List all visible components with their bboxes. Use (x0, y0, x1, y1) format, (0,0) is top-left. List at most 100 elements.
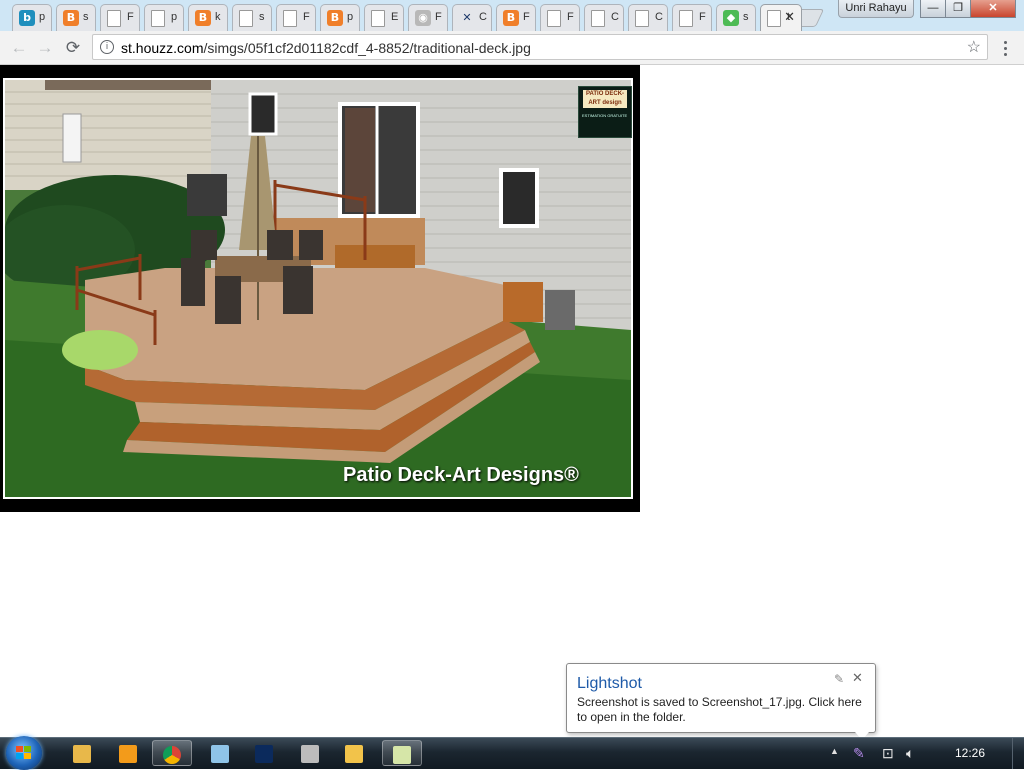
menu-dot-icon (1004, 47, 1007, 50)
tray-expand-icon[interactable]: ▲ (830, 746, 839, 756)
document-icon (547, 10, 561, 27)
settings-app-icon (301, 745, 319, 764)
reload-button[interactable]: ⟳ (62, 37, 84, 59)
restore-icon: ❐ (953, 2, 963, 14)
browser-tab[interactable]: p (144, 4, 184, 31)
browser-tab[interactable]: F (540, 4, 580, 31)
document-icon (107, 10, 121, 27)
menu-dot-icon (1004, 41, 1007, 44)
pin-icon[interactable]: ✎ (834, 672, 844, 686)
browser-tab[interactable]: C (584, 4, 624, 31)
taskbar-button[interactable] (382, 740, 422, 766)
tab-title: s (83, 11, 89, 23)
restore-button[interactable]: ❐ (945, 0, 971, 18)
logo-subtext: ESTIMATION GRATUITE (582, 113, 628, 118)
show-desktop-button[interactable] (1012, 738, 1024, 769)
document-icon (283, 10, 297, 27)
taskbar-button[interactable] (290, 740, 330, 766)
tab-title: F (699, 11, 706, 23)
deck-photo[interactable]: Patio Deck-Art Designs® (0, 65, 640, 512)
tab-title: p (39, 11, 46, 23)
document-icon (239, 10, 253, 27)
tab-title: C (479, 11, 487, 23)
tab-title: F (127, 11, 134, 23)
minimize-button[interactable]: — (920, 0, 946, 18)
back-button[interactable]: ← (8, 37, 30, 59)
lightshot-notification[interactable]: Lightshot ✎ ✕ Screenshot is saved to Scr… (566, 663, 876, 740)
blogger-icon: B (195, 10, 211, 26)
taskbar-button[interactable] (62, 740, 102, 766)
browser-tab[interactable]: C (628, 4, 668, 31)
blogger-icon: B (503, 10, 519, 26)
browser-tab[interactable]: Bs (56, 4, 96, 31)
explorer-icon (73, 745, 91, 764)
browser-tab[interactable]: Bp (320, 4, 360, 31)
windows-logo-icon (16, 746, 32, 760)
lightshot-tray-icon[interactable]: ✎ (853, 745, 865, 762)
notification-close-icon[interactable]: ✕ (852, 670, 863, 686)
sticky-note-icon (345, 745, 363, 764)
browser-tab[interactable]: Bk (188, 4, 228, 31)
notification-message[interactable]: Screenshot is saved to Screenshot_17.jpg… (577, 695, 869, 725)
browser-tab[interactable]: ◆ s (716, 4, 756, 31)
browser-tab[interactable]: ✕ C (452, 4, 492, 31)
network-icon[interactable]: ⊡ (882, 745, 894, 762)
browser-tab[interactable]: bp (12, 4, 52, 31)
volume-icon[interactable]: 🔈︎ (906, 745, 914, 762)
blogger-icon: B (327, 10, 343, 26)
photoshop-icon (255, 745, 273, 764)
tab-title: p (171, 11, 178, 23)
browser-tab[interactable]: BF (496, 4, 536, 31)
bing-icon: b (19, 10, 35, 26)
tab-title: k (215, 11, 221, 23)
back-arrow-icon: ← (10, 38, 28, 57)
photo-watermark: Patio Deck-Art Designs® (343, 464, 579, 486)
browser-tab[interactable]: F (100, 4, 140, 31)
profile-button[interactable]: Unri Rahayu (838, 0, 914, 18)
url-host: st.houzz.com (121, 40, 204, 56)
x-logo-icon: ✕ (459, 10, 475, 26)
document-icon (679, 10, 693, 27)
taskbar-button[interactable] (200, 740, 240, 766)
browser-tab[interactable]: t ✕ (760, 4, 802, 31)
notification-title: Lightshot (577, 675, 642, 692)
browser-toolbar: ← → ⟳ i st.houzz.com/simgs/05f1cf2d01182… (0, 31, 1024, 65)
bookmark-star-icon[interactable]: ☆ (967, 37, 981, 57)
taskbar-button[interactable] (244, 740, 284, 766)
tab-title: p (347, 11, 354, 23)
tab-title: C (655, 11, 663, 23)
site-info-icon[interactable]: i (100, 40, 114, 54)
url-text[interactable]: st.houzz.com/simgs/05f1cf2d01182cdf_4-88… (121, 40, 531, 56)
lightshot-app-icon (393, 746, 411, 765)
tab-title: F (567, 11, 574, 23)
address-bar[interactable]: i st.houzz.com/simgs/05f1cf2d01182cdf_4-… (92, 34, 988, 60)
taskbar-button[interactable] (152, 740, 192, 766)
taskbar-button[interactable] (334, 740, 374, 766)
taskbar: ▲ ✎ ⊡ 🔈︎ 12:26 (0, 736, 1024, 770)
close-window-button[interactable]: ✕ (970, 0, 1016, 18)
browser-tab[interactable]: ◉ F (408, 4, 448, 31)
globe-icon: ◉ (415, 10, 431, 26)
start-button[interactable] (6, 736, 42, 770)
document-icon (151, 10, 165, 27)
forward-button[interactable]: → (34, 37, 56, 59)
photo-frame (3, 78, 633, 499)
houzz-icon: ◆ (723, 10, 739, 26)
tab-title: C (611, 11, 619, 23)
document-icon (371, 10, 385, 27)
browser-tab[interactable]: s (232, 4, 272, 31)
tab-title: F (303, 11, 310, 23)
clock[interactable]: 12:26 (955, 746, 985, 760)
document-icon (635, 10, 649, 27)
browser-tab[interactable]: E (364, 4, 404, 31)
minimize-icon: — (927, 2, 939, 14)
media-player-icon (119, 745, 137, 764)
blogger-icon: B (63, 10, 79, 26)
taskbar-button[interactable] (108, 740, 148, 766)
browser-tab[interactable]: F (276, 4, 316, 31)
tab-close-icon[interactable]: ✕ (784, 9, 795, 25)
browser-tab[interactable]: F (672, 4, 712, 31)
tab-strip: Unri Rahayu — ❐ ✕ b p Bs Fp Bk s F Bp E ◉ F ✕ C B F F C C… (0, 0, 1024, 31)
browser-menu-button[interactable] (998, 37, 1012, 59)
company-logo: PATIO DECK-ART design ESTIMATION GRATUIT… (578, 86, 632, 138)
